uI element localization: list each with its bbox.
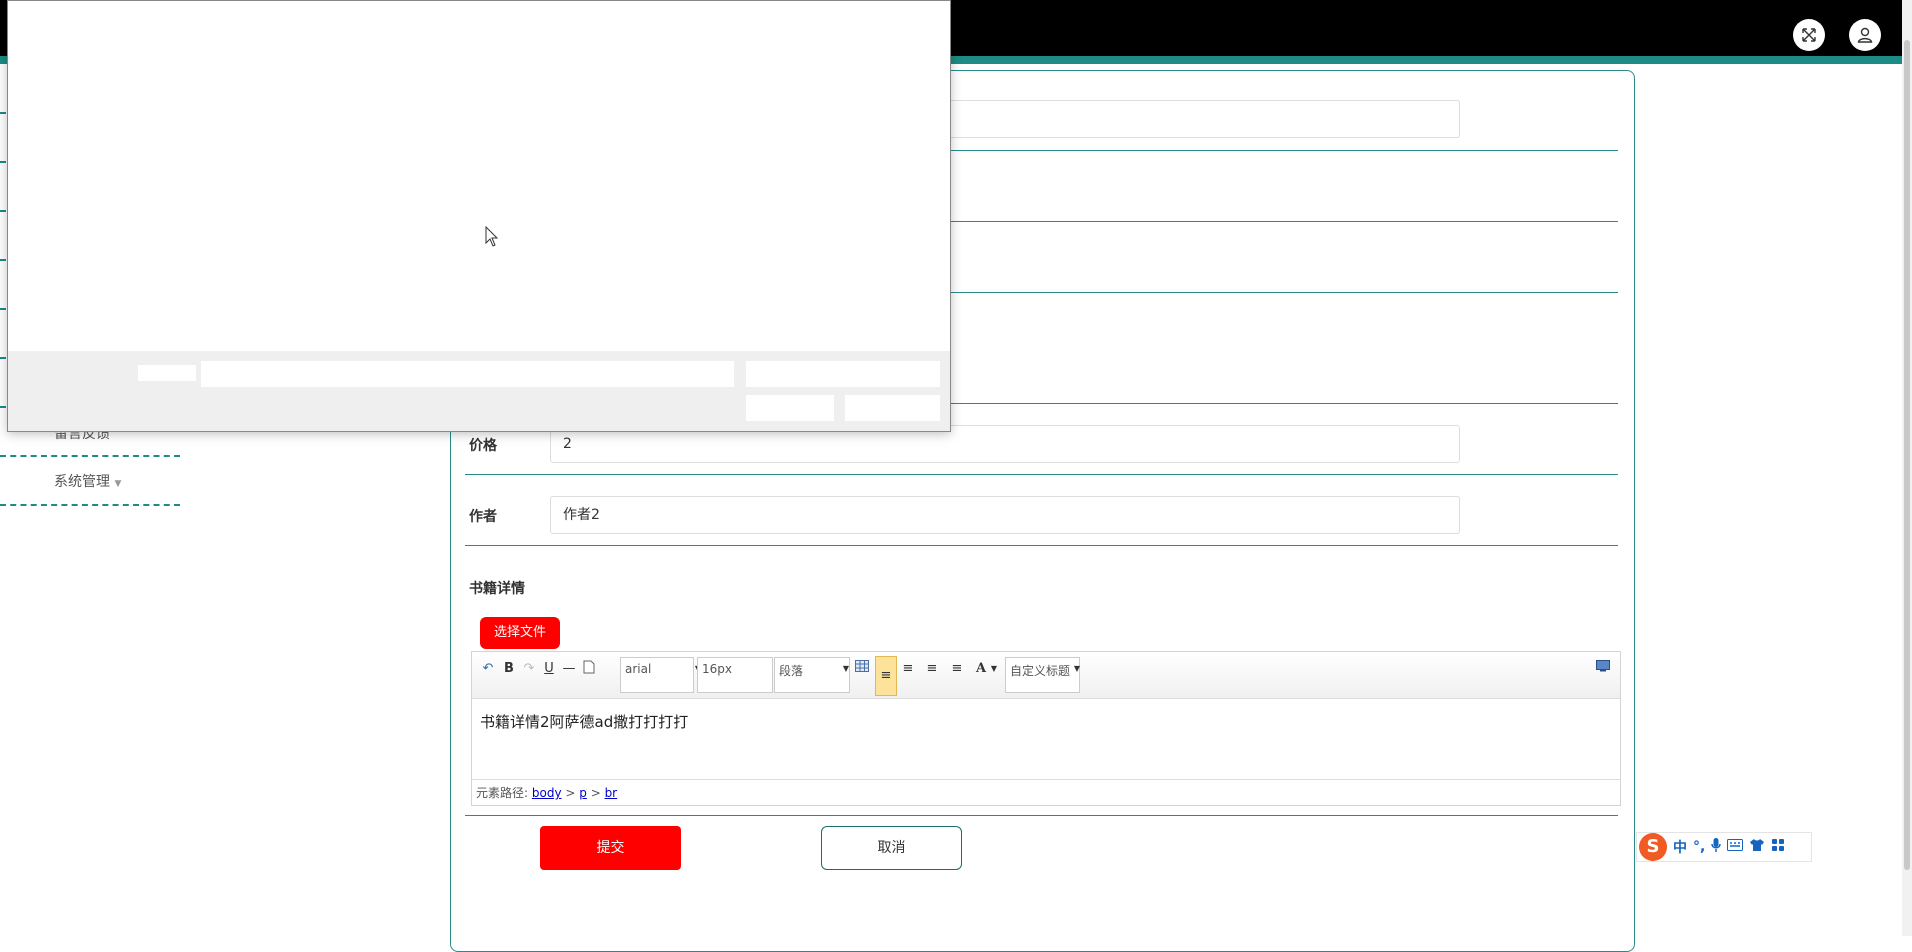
path-link-body[interactable]: body — [532, 786, 562, 800]
font-family-select[interactable]: arial — [620, 657, 694, 693]
row-divider — [465, 474, 1618, 475]
author-field[interactable]: 作者2 — [550, 496, 1460, 534]
cancel-button[interactable]: 取消 — [821, 826, 962, 870]
keyboard-icon[interactable] — [1727, 839, 1744, 855]
popup-button-placeholder[interactable] — [746, 395, 834, 421]
page-icon[interactable] — [580, 660, 598, 678]
sidebar-item-label: 系统管理 — [54, 474, 110, 490]
path-link-br[interactable]: br — [605, 786, 618, 800]
dropdown-arrow-icon[interactable]: ▼ — [842, 660, 850, 678]
detail-label: 书籍详情 — [469, 581, 525, 597]
font-size-select[interactable]: 16px — [697, 657, 773, 693]
insert-table-icon[interactable] — [853, 660, 871, 678]
popup-placeholder — [138, 365, 196, 381]
undo-icon[interactable]: ↶ — [479, 660, 497, 678]
price-label: 价格 — [469, 438, 497, 454]
redo-icon[interactable]: ↷ — [520, 660, 538, 678]
mouse-cursor-icon — [485, 226, 499, 247]
path-link-p[interactable]: p — [579, 786, 587, 800]
horizontal-rule-icon[interactable]: — — [560, 660, 578, 678]
toolbox-grid-icon[interactable] — [1771, 838, 1785, 856]
editor-toolbar: ↶ B ↷ U — arial ▼ 16px ▼ 段落 ▼ ≡ ≡ ≡ ≡ A … — [472, 652, 1620, 699]
fullscreen-button[interactable] — [1793, 19, 1825, 51]
popup-input-placeholder[interactable] — [746, 361, 940, 387]
rich-text-editor: ↶ B ↷ U — arial ▼ 16px ▼ 段落 ▼ ≡ ≡ ≡ ≡ A … — [471, 651, 1621, 806]
user-icon — [1857, 27, 1873, 43]
align-right-icon[interactable]: ≡ — [899, 660, 917, 678]
expand-arrows-icon — [1802, 28, 1816, 42]
skin-shirt-icon[interactable] — [1749, 838, 1765, 856]
editor-content[interactable]: 书籍详情2阿萨德ad撒打打打打 — [472, 699, 1620, 779]
sidebar-divider — [0, 504, 180, 506]
choose-file-button[interactable]: 选择文件 — [480, 617, 560, 649]
caret-down-icon: ▼ — [114, 479, 122, 489]
popup-window[interactable] — [7, 0, 951, 432]
align-center-icon[interactable]: ≡ — [923, 660, 941, 678]
row-divider — [465, 545, 1618, 546]
sogou-logo-icon[interactable]: S — [1639, 833, 1667, 861]
punctuation-icon[interactable]: °, — [1693, 839, 1705, 855]
custom-title-select[interactable]: 自定义标题 — [1005, 657, 1080, 693]
ime-mode-toggle[interactable]: 中 — [1673, 837, 1687, 857]
popup-footer — [8, 351, 950, 431]
paragraph-select[interactable]: 段落 — [774, 657, 850, 693]
microphone-icon[interactable] — [1711, 837, 1722, 857]
user-menu-button[interactable] — [1849, 19, 1881, 51]
element-path-label: 元素路径: — [476, 786, 529, 800]
underline-icon[interactable]: U — [540, 660, 558, 678]
bold-icon[interactable]: B — [500, 660, 518, 678]
author-label: 作者 — [469, 509, 497, 525]
dropdown-arrow-icon[interactable]: ▼ — [1073, 660, 1081, 678]
align-justify-icon[interactable]: ≡ — [948, 660, 966, 678]
submit-button[interactable]: 提交 — [540, 826, 681, 870]
fullscreen-editor-icon[interactable] — [1594, 660, 1612, 678]
dropdown-arrow-icon[interactable]: ▼ — [990, 660, 998, 678]
sidebar-divider — [0, 455, 180, 457]
popup-input-placeholder[interactable] — [201, 361, 734, 387]
ime-toolbar: S 中 °, — [1636, 832, 1812, 862]
sidebar-item-system[interactable]: 系统管理 ▼ — [54, 471, 121, 491]
element-path: 元素路径: body > p > br — [472, 779, 1620, 805]
page-scrollbar-thumb[interactable] — [1904, 40, 1910, 870]
row-divider — [465, 815, 1618, 816]
align-left-icon[interactable]: ≡ — [875, 656, 897, 696]
popup-button-placeholder[interactable] — [845, 395, 940, 421]
font-color-icon[interactable]: A — [972, 660, 990, 678]
